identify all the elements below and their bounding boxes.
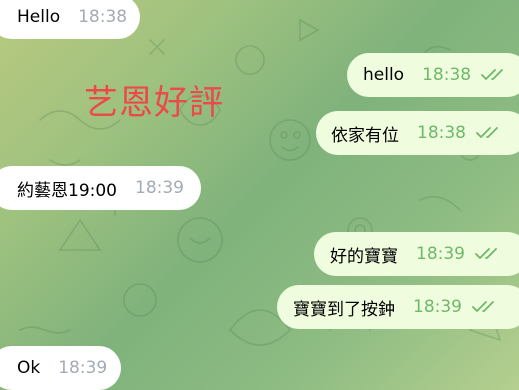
- message-bubble-incoming[interactable]: 約藝恩19:00 18:39: [0, 166, 201, 210]
- double-check-icon: [472, 301, 494, 312]
- message-text: hello: [363, 65, 405, 85]
- message-time: 18:39: [416, 244, 465, 264]
- message-text: Ok: [17, 358, 41, 378]
- message-time: 18:38: [422, 65, 472, 85]
- message-time: 18:38: [417, 123, 466, 143]
- double-check-icon: [476, 127, 498, 138]
- message-bubble-incoming[interactable]: Hello 18:38: [0, 0, 140, 39]
- message-text: 依家有位: [331, 125, 399, 146]
- message-bubble-outgoing[interactable]: 寶寶到了按鈡 18:39: [277, 285, 519, 329]
- message-bubble-outgoing[interactable]: 依家有位 18:38: [316, 111, 519, 155]
- message-bubble-outgoing[interactable]: 好的寶寶 18:39: [314, 232, 519, 276]
- message-bubble-outgoing[interactable]: hello 18:38: [347, 53, 519, 97]
- message-text: Hello: [17, 7, 61, 27]
- double-check-icon: [481, 69, 503, 80]
- double-check-icon: [475, 248, 497, 259]
- message-time: 18:38: [78, 7, 128, 27]
- message-time: 18:39: [135, 178, 184, 198]
- message-text: 寶寶到了按鈡: [293, 299, 395, 320]
- message-bubble-incoming[interactable]: Ok 18:39: [0, 346, 121, 390]
- message-time: 18:39: [413, 297, 462, 317]
- message-text: 約藝恩19:00: [17, 180, 117, 201]
- message-time: 18:39: [58, 358, 108, 378]
- watermark-text: 艺恩好評: [84, 83, 224, 123]
- message-text: 好的寶寶: [330, 246, 398, 267]
